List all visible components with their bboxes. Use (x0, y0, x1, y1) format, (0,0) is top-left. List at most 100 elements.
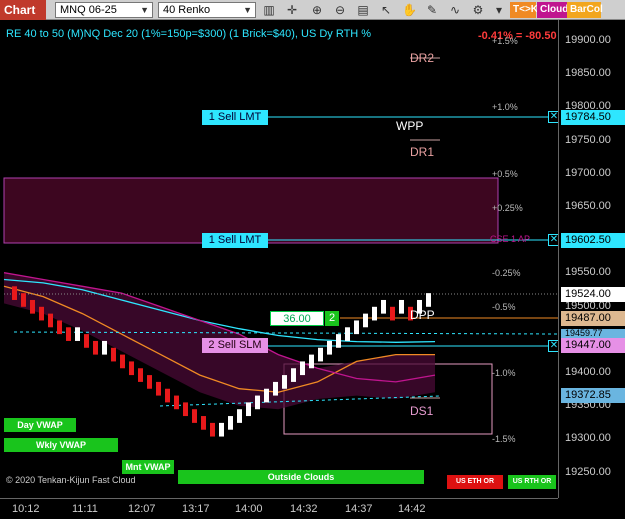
renko-brick (165, 388, 170, 403)
ds1-label: DS1 (410, 404, 434, 418)
renko-brick (264, 388, 269, 403)
time-tick: 14:32 (290, 503, 318, 515)
renko-brick (318, 347, 323, 362)
order-price-tag: 19447.00 (561, 338, 625, 353)
chart-tab[interactable]: Chart (0, 0, 46, 20)
price-axis[interactable]: 19900.00 19850.00 19800.00 19750.00 19700.00… (558, 20, 625, 498)
hand-icon[interactable]: ✋ (402, 3, 417, 17)
time-axis[interactable]: 10:12 11:11 12:07 13:17 14:00 14:32 14:3… (0, 498, 558, 519)
tck-button[interactable]: T<>K (510, 2, 538, 18)
renko-brick (102, 340, 107, 355)
pct-label: +1.5% (492, 36, 518, 46)
copyright-text: © 2020 Tenkan-Kijun Fast Cloud (6, 475, 136, 485)
instrument-dropdown[interactable]: MNQ 06-25 ▼ (55, 2, 153, 18)
bar-type-icon[interactable]: ▥ (262, 3, 276, 17)
renko-brick (84, 334, 89, 348)
renko-brick (255, 395, 260, 410)
sell-lmt-order-2[interactable]: 1 Sell LMT (202, 233, 268, 248)
position-qty[interactable]: 2 (325, 311, 339, 326)
time-tick: 11:11 (72, 503, 98, 515)
position-pnl[interactable]: 36.00 (270, 311, 324, 326)
cloud-button[interactable]: Cloud (537, 2, 568, 18)
properties-icon[interactable]: ▤ (356, 3, 370, 17)
renko-brick (336, 334, 341, 348)
renko-brick (219, 422, 224, 437)
outside-clouds-button[interactable]: Outside Clouds (178, 470, 424, 484)
renko-brick (174, 395, 179, 410)
renko-brick (237, 409, 242, 423)
zoom-out-icon[interactable]: ⊖ (333, 3, 347, 17)
pct-label: +1.0% (492, 102, 518, 112)
wkly-vwap-button[interactable]: Wkly VWAP (4, 438, 118, 452)
renko-brick (48, 313, 53, 328)
pct-label: -0.25% (492, 268, 521, 278)
renko-brick (183, 402, 188, 417)
zoom-in-icon[interactable]: ⊕ (310, 3, 324, 17)
vwap-price-tag: 19459.77 (561, 329, 625, 338)
price-tick: 19900.00 (565, 34, 611, 46)
renko-brick (12, 286, 17, 300)
order-price-tag: 19602.50 (561, 233, 625, 248)
price-tick: 19750.00 (565, 133, 611, 146)
renko-brick (201, 416, 206, 430)
renko-brick (66, 327, 71, 341)
renko-brick (228, 416, 233, 430)
sell-lmt-order-1[interactable]: 1 Sell LMT (202, 110, 268, 125)
time-tick: 13:17 (182, 503, 210, 515)
renko-brick (210, 422, 215, 437)
price-tick: 19650.00 (565, 200, 611, 212)
barcol-button[interactable]: BarCol (567, 2, 603, 18)
cursor-icon[interactable]: ↖ (379, 3, 393, 17)
day-vwap-button[interactable]: Day VWAP (4, 418, 76, 432)
renko-brick (273, 381, 278, 396)
renko-brick (426, 293, 431, 307)
renko-brick (363, 313, 368, 328)
us-eth-or-button[interactable]: US ETH OR (447, 475, 503, 489)
time-tick: 14:37 (345, 503, 373, 515)
pct-label: -0.5% (492, 302, 516, 312)
sell-slm-order[interactable]: 2 Sell SLM (202, 338, 268, 353)
price-tick: 19250.00 (565, 465, 611, 478)
draw-icon[interactable]: ✎ (425, 3, 439, 17)
pct-label: -1.0% (492, 368, 516, 378)
price-tick: 19300.00 (565, 432, 611, 445)
cse-label: CSE 1 AP (490, 234, 531, 244)
chevron-down-icon: ▼ (140, 5, 149, 15)
renko-brick (147, 375, 152, 389)
chart-plot-area[interactable]: RE 40 to 50 (M)NQ Dec 20 (1%=150p=$300) … (0, 20, 560, 498)
indicator-icon[interactable]: ∿ (448, 3, 462, 17)
renko-brick (291, 368, 296, 382)
vwap-price-tag: 19372.85 (561, 388, 625, 403)
strategy-icon[interactable]: ⚙ (471, 3, 485, 17)
mnt-vwap-button[interactable]: Mnt VWAP (122, 460, 174, 474)
price-tick: 19700.00 (565, 166, 611, 179)
time-tick: 12:07 (128, 503, 156, 515)
dr2-label: DR2 (410, 51, 435, 65)
renko-brick (156, 381, 161, 396)
instrument-value: MNQ 06-25 (60, 4, 117, 16)
renko-brick (345, 327, 350, 341)
renko-brick (75, 327, 80, 341)
renko-brick (390, 306, 395, 321)
renko-brick (309, 354, 314, 369)
period-value: 40 Renko (163, 4, 211, 16)
pct-label: -1.5% (492, 434, 516, 444)
period-dropdown[interactable]: 40 Renko ▼ (158, 2, 256, 18)
dpp-label: DPP (410, 308, 435, 322)
renko-brick (129, 361, 134, 376)
crosshair-icon[interactable]: ✛ (285, 3, 299, 17)
us-rth-or-button[interactable]: US RTH OR (508, 475, 556, 489)
pct-label: +0.5% (492, 169, 518, 179)
last-price-tag: 19524.00 (561, 287, 625, 302)
renko-brick (327, 340, 332, 355)
price-tick: 19400.00 (565, 366, 611, 378)
renko-brick (300, 361, 305, 376)
dropdown-icon[interactable]: ▾ (492, 3, 506, 17)
time-tick: 14:00 (235, 503, 263, 515)
chevron-down-icon: ▼ (243, 5, 252, 15)
renko-brick (57, 320, 62, 335)
renko-brick (93, 340, 98, 355)
renko-brick (372, 306, 377, 321)
time-tick: 14:42 (398, 503, 426, 515)
chart-canvas (3, 57, 558, 437)
